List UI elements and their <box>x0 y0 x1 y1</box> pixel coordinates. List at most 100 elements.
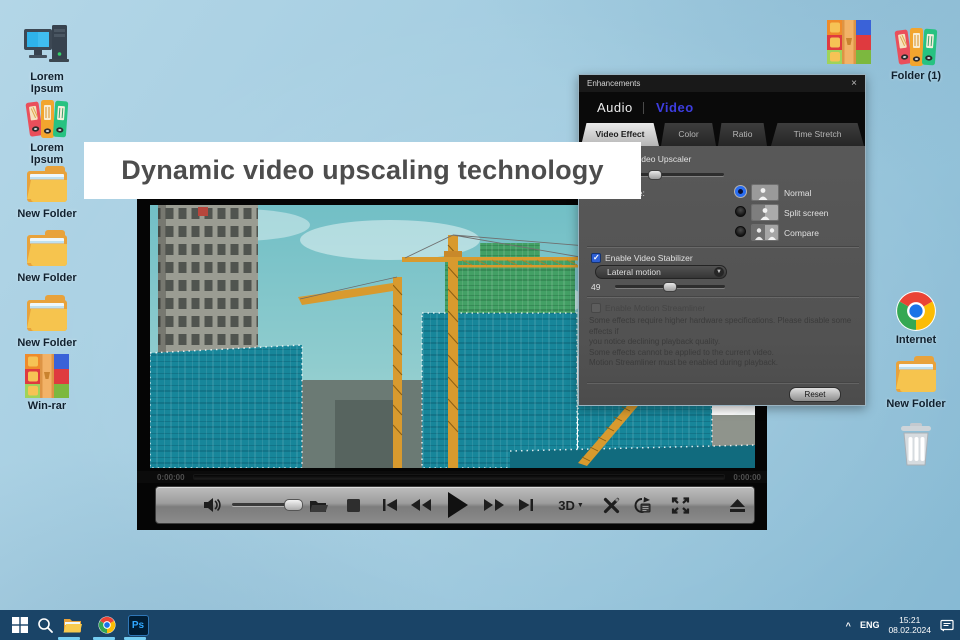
desktop-icon-new-folder-3[interactable]: New Folder <box>15 289 79 349</box>
clock[interactable]: 15:21 08.02.2024 <box>888 615 931 635</box>
winrar-icon <box>15 352 79 398</box>
language-indicator[interactable]: ENG <box>860 620 880 630</box>
explorer-folder-icon <box>63 619 82 633</box>
eject-button[interactable] <box>727 487 747 523</box>
player-control-bar: 3D ▼ <box>155 486 755 524</box>
notification-icon[interactable] <box>940 619 954 632</box>
stop-icon <box>346 498 360 512</box>
binders-icon-svg <box>894 28 938 66</box>
windows-icon <box>12 617 28 633</box>
threed-mode-button[interactable]: 3D ▼ <box>554 487 588 523</box>
desktop-icon-new-folder-1[interactable]: New Folder <box>15 160 79 220</box>
dialog-title: Enhancements <box>587 79 641 88</box>
photoshop-icon: Ps <box>127 614 149 636</box>
stabilizer-dropdown[interactable]: Lateral motion ▼ <box>595 265 727 279</box>
next-button[interactable] <box>515 487 537 523</box>
compare-person-icon <box>752 225 778 240</box>
start-button[interactable] <box>8 610 32 640</box>
mode-split-radio[interactable] <box>735 206 746 217</box>
dropdown-value: Lateral motion <box>607 267 661 277</box>
fullscreen-button[interactable] <box>667 487 693 523</box>
desktop-icon-winrar[interactable]: Win-rar <box>15 352 79 412</box>
stabilizer-slider-thumb[interactable] <box>663 282 677 292</box>
desktop-icon-new-folder-2[interactable]: New Folder <box>15 224 79 284</box>
chrome-icon <box>98 616 116 634</box>
person-icon <box>752 185 778 200</box>
note-line: you notice declining playback quality. <box>589 337 721 346</box>
divider <box>587 296 859 297</box>
desktop-icon-folder-1[interactable]: Folder (1) <box>884 22 948 82</box>
split-person-icon <box>752 205 778 220</box>
mode-compare-radio[interactable] <box>735 226 746 237</box>
dialog-titlebar[interactable]: Enhancements × <box>579 75 865 92</box>
desktop-icon-label: Win-rar <box>27 400 67 412</box>
binders-icon-svg <box>25 100 69 138</box>
dialog-header: Audio Video <box>579 92 865 123</box>
streamliner-label: Enable Motion Streamliner <box>605 303 706 313</box>
rewind-button[interactable] <box>408 487 434 523</box>
banner-text: Dynamic video upscaling technology <box>121 155 604 185</box>
fast-forward-icon <box>484 499 504 511</box>
desktop-icon-recycle-bin[interactable] <box>884 420 948 466</box>
chevron-down-icon: ▼ <box>576 501 584 509</box>
photoshop-taskbar-button[interactable]: Ps <box>126 610 150 640</box>
volume-button[interactable] <box>201 487 225 523</box>
previous-icon <box>382 499 397 511</box>
desktop-icon-label: New Folder <box>17 272 77 284</box>
stabilizer-checkbox[interactable] <box>591 253 601 263</box>
tab-audio[interactable]: Audio <box>597 100 633 115</box>
play-button[interactable] <box>444 487 472 523</box>
folder-icon-svg <box>27 230 67 266</box>
mode-compare-thumbnail <box>751 224 779 241</box>
elapsed-time: 0:00:00 <box>157 472 185 482</box>
reset-button[interactable]: Reset <box>789 387 841 402</box>
search-icon <box>38 618 53 633</box>
desktop-icon-label: New Folder <box>17 208 77 220</box>
folder-icon <box>15 160 79 206</box>
clock-date: 08.02.2024 <box>888 625 931 635</box>
volume-icon <box>204 498 221 512</box>
desktop-icon-winrar-right[interactable] <box>826 18 872 64</box>
fast-forward-button[interactable] <box>481 487 507 523</box>
desktop-icon-label: Lorem Ipsum <box>30 71 64 95</box>
binders-icon <box>15 94 79 140</box>
desktop: Lorem Ipsum Lorem Ipsum New Folder New F… <box>0 0 960 640</box>
previous-button[interactable] <box>378 487 400 523</box>
tab-ratio[interactable]: Ratio <box>718 123 767 146</box>
tray-chevron-icon[interactable]: ^ <box>846 621 851 631</box>
upscaler-slider-thumb[interactable] <box>648 170 662 180</box>
file-explorer-button[interactable] <box>60 610 84 640</box>
tab-time-stretch[interactable]: Time Stretch <box>771 123 864 146</box>
open-folder-icon <box>310 500 328 512</box>
folder-icon <box>15 224 79 270</box>
mode-normal-radio[interactable] <box>735 186 746 197</box>
rewind-icon <box>411 499 431 511</box>
stabilizer-slider[interactable] <box>615 282 725 292</box>
desktop-icon-label: New Folder <box>886 398 946 410</box>
chrome-taskbar-button[interactable] <box>95 610 119 640</box>
tools-button[interactable] <box>600 487 622 523</box>
winrar-icon <box>826 18 872 64</box>
streamliner-checkbox[interactable] <box>591 303 601 313</box>
desktop-icon-binders[interactable]: Lorem Ipsum <box>15 94 79 166</box>
header-divider <box>643 102 644 114</box>
recycle-bin-icon-svg <box>901 423 931 466</box>
close-icon[interactable]: × <box>851 78 857 89</box>
desktop-icon-computer[interactable]: Lorem Ipsum <box>15 23 79 95</box>
fullscreen-icon <box>671 496 689 514</box>
note-line: Some effects require higher hardware spe… <box>589 316 852 336</box>
mode-normal-label: Normal <box>784 188 812 198</box>
volume-slider-knob[interactable] <box>284 499 303 511</box>
seek-bar[interactable] <box>192 474 726 480</box>
folder-icon-svg <box>27 166 67 202</box>
computer-icon <box>15 23 79 69</box>
open-file-button[interactable] <box>307 487 331 523</box>
binders-icon <box>884 22 948 68</box>
winrar-icon-svg <box>827 20 871 64</box>
tab-color[interactable]: Color <box>661 123 716 146</box>
search-button[interactable] <box>33 610 57 640</box>
capture-rotate-button[interactable] <box>630 487 654 523</box>
dialog-notes: Some effects require higher hardware spe… <box>589 316 859 369</box>
volume-slider[interactable] <box>232 499 303 511</box>
stop-button[interactable] <box>343 487 363 523</box>
